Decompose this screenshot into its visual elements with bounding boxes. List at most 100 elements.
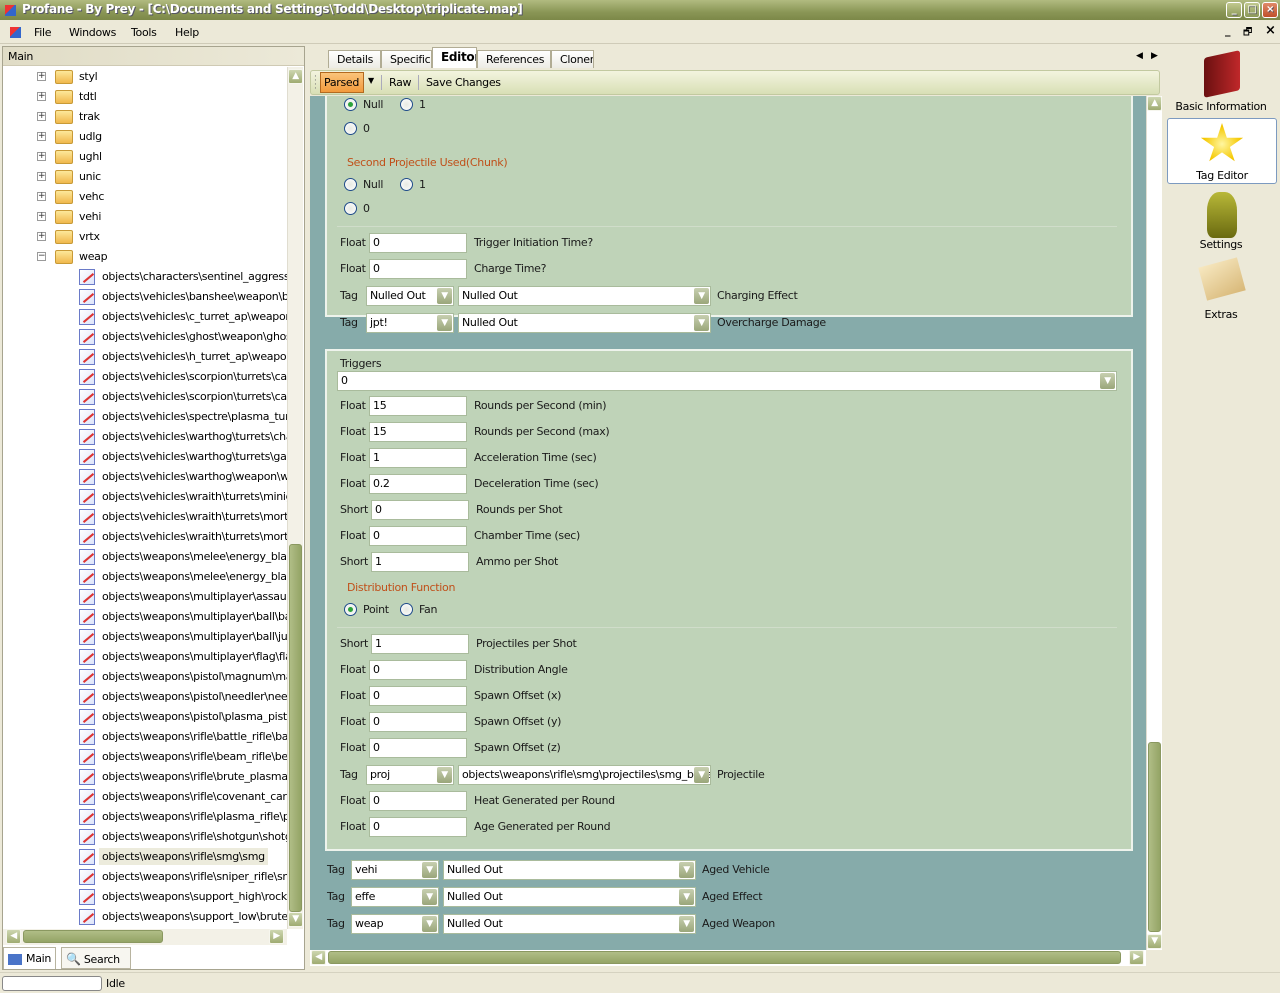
chevron-down-icon[interactable]: ▼ [679,916,694,932]
editor-vertical-scrollbar[interactable]: ▲ ▼ [1146,96,1162,950]
tree-folder[interactable]: + tdtl [3,87,287,107]
value-input[interactable]: 0 [369,817,467,837]
value-input[interactable]: 0 [371,500,469,520]
chevron-down-icon[interactable]: ▼ [422,862,437,878]
raw-button[interactable]: Raw [389,76,412,89]
value-input[interactable]: 0 [369,259,467,279]
expand-toggle-icon[interactable]: + [37,152,46,161]
scroll-thumb[interactable] [23,930,163,943]
value-input[interactable]: 0 [369,526,467,546]
chevron-down-icon[interactable]: ▼ [437,767,452,783]
chevron-down-icon[interactable]: ▼ [437,315,452,331]
tree-item[interactable]: objects\vehicles\ghost\weapon\ghost_ [3,327,287,347]
tree-horizontal-scrollbar[interactable]: ◀ ▶ [3,929,287,945]
scroll-down-button[interactable]: ▼ [1147,934,1162,949]
tree-folder[interactable]: + styl [3,67,287,87]
tree-folder[interactable]: + udlg [3,127,287,147]
value-input[interactable]: 0 [369,233,467,253]
nav-settings[interactable]: Settings [1167,188,1277,254]
value-input[interactable]: 0 [369,791,467,811]
chevron-down-icon[interactable]: ▼ [679,889,694,905]
scroll-left-button[interactable]: ◀ [311,950,326,965]
tree-item[interactable]: objects\weapons\multiplayer\ball\jugg [3,627,287,647]
value-input[interactable]: 0 [369,738,467,758]
tree-folder[interactable]: + unic [3,167,287,187]
tree-folder[interactable]: + vehc [3,187,287,207]
tree-item[interactable]: objects\weapons\rifle\shotgun\shotgun [3,827,287,847]
chevron-down-icon[interactable]: ▼ [694,767,709,783]
tag-class-combo[interactable]: weap ▼ [351,914,439,934]
save-changes-button[interactable]: Save Changes [426,76,501,89]
menu-tools[interactable]: Tools [131,26,157,39]
trigger-selector[interactable]: 0 ▼ [337,371,1117,391]
tree-folder[interactable]: + vehi [3,207,287,227]
tree-item[interactable]: objects\weapons\pistol\magnum\magnum [3,667,287,687]
tab-specific[interactable]: Specific [381,50,432,68]
radio-1[interactable] [400,98,413,111]
value-input[interactable]: 0 [369,660,467,680]
tab-scroll-left-icon[interactable]: ◀ [1136,51,1143,61]
expand-toggle-icon[interactable]: + [37,72,46,81]
tag-path-combo[interactable]: Nulled Out ▼ [443,860,696,880]
tree-item[interactable]: objects\vehicles\banshee\weapon\banshee [3,287,287,307]
tag-class-combo[interactable]: proj ▼ [366,765,454,785]
tree-item[interactable]: objects\weapons\rifle\beam_rifle\beam [3,747,287,767]
tab-editor[interactable]: Editor [432,47,477,68]
tree-item[interactable]: objects\vehicles\wraith\turrets\mortar\ [3,507,287,527]
menu-help[interactable]: Help [175,26,199,39]
tag-path-combo[interactable]: Nulled Out ▼ [458,286,711,306]
tree-item[interactable]: objects\vehicles\warthog\weapon\warthog [3,467,287,487]
tree-item[interactable]: objects\vehicles\h_turret_ap\weapon\ [3,347,287,367]
scroll-down-button[interactable]: ▼ [288,912,303,927]
chevron-down-icon[interactable]: ▼ [422,889,437,905]
tree-item[interactable]: objects\characters\sentinel_aggressor\ [3,267,287,287]
tree-item[interactable]: objects\weapons\pistol\needler\needler [3,687,287,707]
mdi-restore-button[interactable]: 🗗 [1243,25,1252,42]
expand-toggle-icon[interactable]: + [37,232,46,241]
radio-null[interactable] [344,98,357,111]
tree-item[interactable]: objects\weapons\melee\energy_blade [3,567,287,587]
tree-folder[interactable]: + vrtx [3,227,287,247]
expand-toggle-icon[interactable]: − [37,252,46,261]
tree-folder[interactable]: + ughl [3,147,287,167]
tree-item[interactable]: objects\vehicles\wraith\turrets\mortar\ [3,527,287,547]
radio-1[interactable] [400,178,413,191]
parsed-dropdown-icon[interactable]: ▼ [368,76,374,85]
tree-item[interactable]: objects\weapons\multiplayer\flag\flag [3,647,287,667]
chevron-down-icon[interactable]: ▼ [679,862,694,878]
mdi-close-button[interactable]: × [1265,23,1276,38]
tag-class-combo[interactable]: effe ▼ [351,887,439,907]
chevron-down-icon[interactable]: ▼ [437,288,452,304]
radio-0[interactable] [344,122,357,135]
scroll-thumb[interactable] [1148,742,1161,932]
mdi-minimize-button[interactable]: _ [1225,24,1231,37]
tree-item[interactable]: objects\weapons\support_high\rocket_ [3,887,287,907]
tag-path-combo[interactable]: objects\weapons\rifle\smg\projectiles\sm… [458,765,711,785]
tree-item[interactable]: objects\weapons\melee\energy_blade [3,547,287,567]
value-input[interactable]: 15 [369,422,467,442]
menu-windows[interactable]: Windows [69,26,116,39]
tab-main[interactable]: Main [3,947,57,969]
chevron-down-icon[interactable]: ▼ [694,315,709,331]
chevron-down-icon[interactable]: ▼ [1100,373,1115,389]
chevron-down-icon[interactable]: ▼ [694,288,709,304]
maximize-button[interactable]: □ [1244,2,1260,18]
value-input[interactable]: 0 [369,712,467,732]
tree-item[interactable]: objects\weapons\rifle\covenant_carbine [3,787,287,807]
tree-item[interactable]: objects\vehicles\scorpion\turrets\cannon [3,367,287,387]
close-button[interactable]: × [1262,2,1278,18]
editor-horizontal-scrollbar[interactable]: ◀ ▶ [310,950,1146,966]
radio-point[interactable] [344,603,357,616]
nav-extras[interactable]: Extras [1167,257,1277,324]
radio-fan[interactable] [400,603,413,616]
value-input[interactable]: 0.2 [369,474,467,494]
tag-path-combo[interactable]: Nulled Out ▼ [443,887,696,907]
radio-0[interactable] [344,202,357,215]
minimize-button[interactable]: _ [1226,2,1242,18]
scroll-up-button[interactable]: ▲ [1147,96,1162,111]
tree-item[interactable]: objects\vehicles\spectre\plasma_turret [3,407,287,427]
menu-file[interactable]: File [34,26,52,39]
expand-toggle-icon[interactable]: + [37,172,46,181]
parsed-button[interactable]: Parsed [320,72,364,93]
tree-item[interactable]: objects\weapons\rifle\battle_rifle\battl… [3,727,287,747]
